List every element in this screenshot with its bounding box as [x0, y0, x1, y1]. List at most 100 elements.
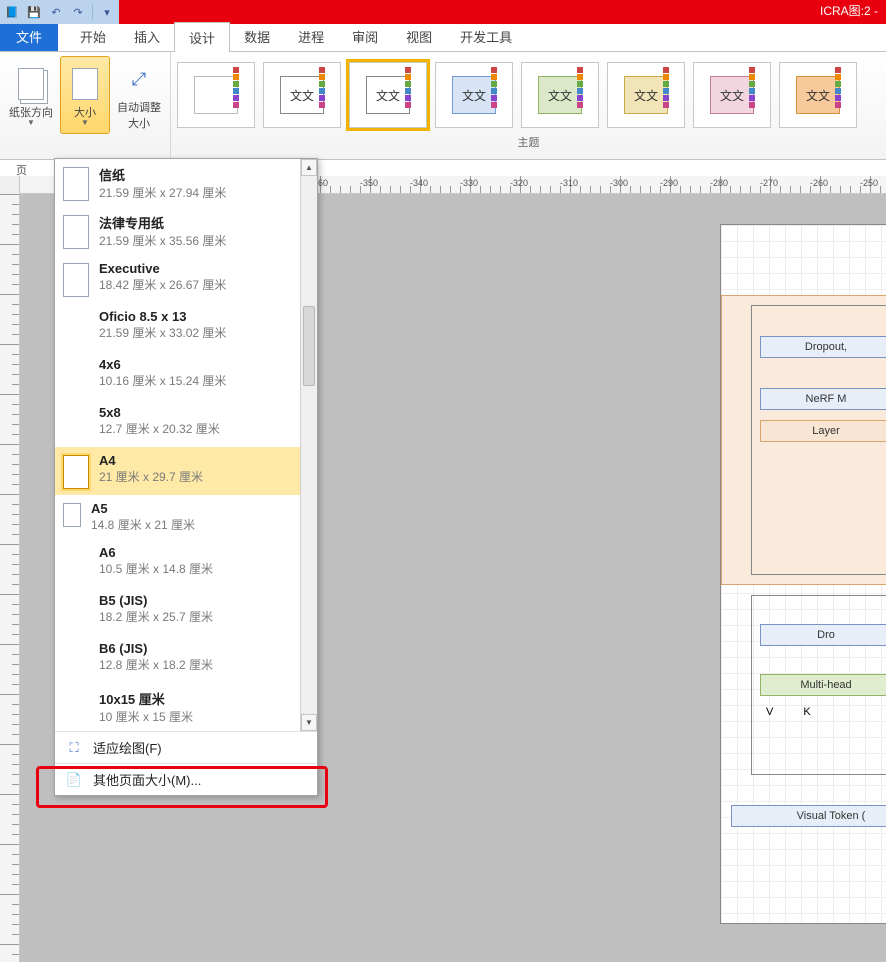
diagram: Dropout, NeRF M Layer Dro Multi-head V K… [731, 305, 886, 837]
ruler-label: -260 [810, 178, 828, 188]
size-option-A6[interactable]: A610.5 厘米 x 14.8 厘米 [55, 539, 317, 587]
size-dim: 21.59 厘米 x 35.56 厘米 [99, 232, 226, 249]
size-dim: 10.16 厘米 x 15.24 厘米 [99, 372, 226, 389]
size-option-B5-(JIS)[interactable]: B5 (JIS)18.2 厘米 x 25.7 厘米 [55, 587, 317, 635]
theme-item-0[interactable] [177, 62, 255, 128]
tab-home[interactable]: 开始 [66, 22, 120, 51]
page[interactable]: Dropout, NeRF M Layer Dro Multi-head V K… [720, 224, 886, 924]
theme-preview: 文文 [624, 76, 668, 114]
size-dim: 12.8 厘米 x 18.2 厘米 [99, 656, 213, 673]
size-option-A5[interactable]: A514.8 厘米 x 21 厘米 [55, 495, 317, 539]
ruler-label: -330 [460, 178, 478, 188]
fit-icon: ⛶ [65, 739, 83, 757]
size-name: Executive [99, 261, 226, 276]
tab-design[interactable]: 设计 [174, 22, 230, 52]
qat-separator [92, 4, 93, 20]
scroll-up-icon[interactable]: ▲ [301, 159, 317, 176]
theme-item-5[interactable]: 文文 [607, 62, 685, 128]
tab-data[interactable]: 数据 [230, 22, 284, 51]
theme-group-label: 主题 [177, 134, 880, 150]
tab-view[interactable]: 视图 [392, 22, 446, 51]
ruler-label: -300 [610, 178, 628, 188]
undo-icon[interactable]: ↶ [46, 2, 66, 22]
size-name: 5x8 [99, 405, 220, 420]
tab-process[interactable]: 进程 [284, 22, 338, 51]
scroll-thumb[interactable] [303, 306, 315, 386]
page-size-dropdown: 信纸21.59 厘米 x 27.94 厘米法律专用纸21.59 厘米 x 35.… [54, 158, 318, 796]
theme-item-1[interactable]: 文文 [263, 62, 341, 128]
size-dim: 10.5 厘米 x 14.8 厘米 [99, 560, 213, 577]
size-option-法律专用纸[interactable]: 法律专用纸21.59 厘米 x 35.56 厘米 [55, 207, 317, 255]
dropdown-scrollbar[interactable]: ▲ ▼ [300, 159, 317, 731]
size-option-Executive[interactable]: Executive18.42 厘米 x 26.67 厘米 [55, 255, 317, 303]
theme-swatches [319, 67, 337, 108]
theme-preview: 文文 [538, 76, 582, 114]
size-name: B6 (JIS) [99, 641, 213, 656]
theme-item-4[interactable]: 文文 [521, 62, 599, 128]
ruler-label: -290 [660, 178, 678, 188]
theme-preview [194, 76, 238, 114]
page-size-icon [68, 64, 102, 104]
ruler-label: -250 [860, 178, 878, 188]
box-visual-token: Visual Token ( [731, 805, 886, 827]
scroll-track[interactable] [301, 176, 317, 714]
tab-review[interactable]: 审阅 [338, 22, 392, 51]
title-bar: 📘 💾 ↶ ↷ ▾ ICRA图:2 - [0, 0, 886, 24]
size-option-4x6[interactable]: 4x610.16 厘米 x 15.24 厘米 [55, 351, 317, 399]
size-dim: 12.7 厘米 x 20.32 厘米 [99, 420, 220, 437]
theme-swatches [835, 67, 853, 108]
fit-drawing-action[interactable]: ⛶ 适应绘图(F) [55, 731, 317, 763]
theme-item-6[interactable]: 文文 [693, 62, 771, 128]
scroll-down-icon[interactable]: ▼ [301, 714, 317, 731]
size-option-A4[interactable]: A421 厘米 x 29.7 厘米 [55, 447, 317, 495]
autosize-button[interactable]: ⤢ 自动调整 大小 [114, 56, 164, 134]
ruler-label: -350 [360, 178, 378, 188]
autosize-label: 自动调整 大小 [117, 99, 161, 131]
ruler-label: -270 [760, 178, 778, 188]
save-icon[interactable]: 💾 [24, 2, 44, 22]
size-name: A4 [99, 453, 203, 468]
size-option-10x15-厘米[interactable]: 10x15 厘米10 厘米 x 15 厘米 [55, 683, 317, 731]
size-option-Oficio-8.5-x-13[interactable]: Oficio 8.5 x 1321.59 厘米 x 33.02 厘米 [55, 303, 317, 351]
size-button[interactable]: 大小 ▼ [60, 56, 110, 134]
qat-dropdown-icon[interactable]: ▾ [97, 2, 117, 22]
redo-icon[interactable]: ↷ [68, 2, 88, 22]
chevron-down-icon: ▼ [81, 118, 89, 127]
label-v: V [766, 706, 773, 718]
size-name: 4x6 [99, 357, 226, 372]
size-name: Oficio 8.5 x 13 [99, 309, 226, 324]
size-name: A5 [91, 501, 195, 516]
size-option-5x8[interactable]: 5x812.7 厘米 x 20.32 厘米 [55, 399, 317, 447]
size-option-B6-(JIS)[interactable]: B6 (JIS)12.8 厘米 x 18.2 厘米 [55, 635, 317, 683]
theme-item-3[interactable]: 文文 [435, 62, 513, 128]
box-dropout2: Dro [760, 624, 886, 646]
more-label: 其他页面大小(M)... [93, 770, 201, 789]
theme-swatches [233, 67, 251, 108]
ribbon: 纸张方向 ▼ 大小 ▼ ⤢ 自动调整 大小 文文文文文文文文文文文文文文 主题 [0, 52, 886, 160]
box-dropout: Dropout, [760, 336, 886, 358]
theme-preview: 文文 [452, 76, 496, 114]
label-k: K [803, 706, 810, 718]
orientation-button[interactable]: 纸张方向 ▼ [6, 56, 56, 134]
page-thumb-icon [63, 263, 89, 297]
tab-dev[interactable]: 开发工具 [446, 22, 526, 51]
theme-swatches [663, 67, 681, 108]
page-thumb-icon [63, 503, 81, 527]
ruler-corner [0, 176, 20, 194]
theme-item-2[interactable]: 文文 [349, 62, 427, 128]
autosize-icon: ⤢ [122, 59, 156, 99]
tab-file[interactable]: 文件 [0, 22, 58, 51]
box-nerf: NeRF M [760, 388, 886, 410]
ruler-label: -280 [710, 178, 728, 188]
size-dim: 21.59 厘米 x 33.02 厘米 [99, 324, 226, 341]
box-layer: Layer [760, 420, 886, 442]
theme-preview: 文文 [366, 76, 410, 114]
more-sizes-icon: 📄 [65, 771, 83, 789]
theme-item-7[interactable]: 文文 [779, 62, 857, 128]
tab-insert[interactable]: 插入 [120, 22, 174, 51]
theme-preview: 文文 [280, 76, 324, 114]
more-sizes-action[interactable]: 📄 其他页面大小(M)... [55, 763, 317, 795]
window-title: ICRA图:2 - [820, 2, 878, 19]
size-option-信纸[interactable]: 信纸21.59 厘米 x 27.94 厘米 [55, 159, 317, 207]
size-name: B5 (JIS) [99, 593, 213, 608]
